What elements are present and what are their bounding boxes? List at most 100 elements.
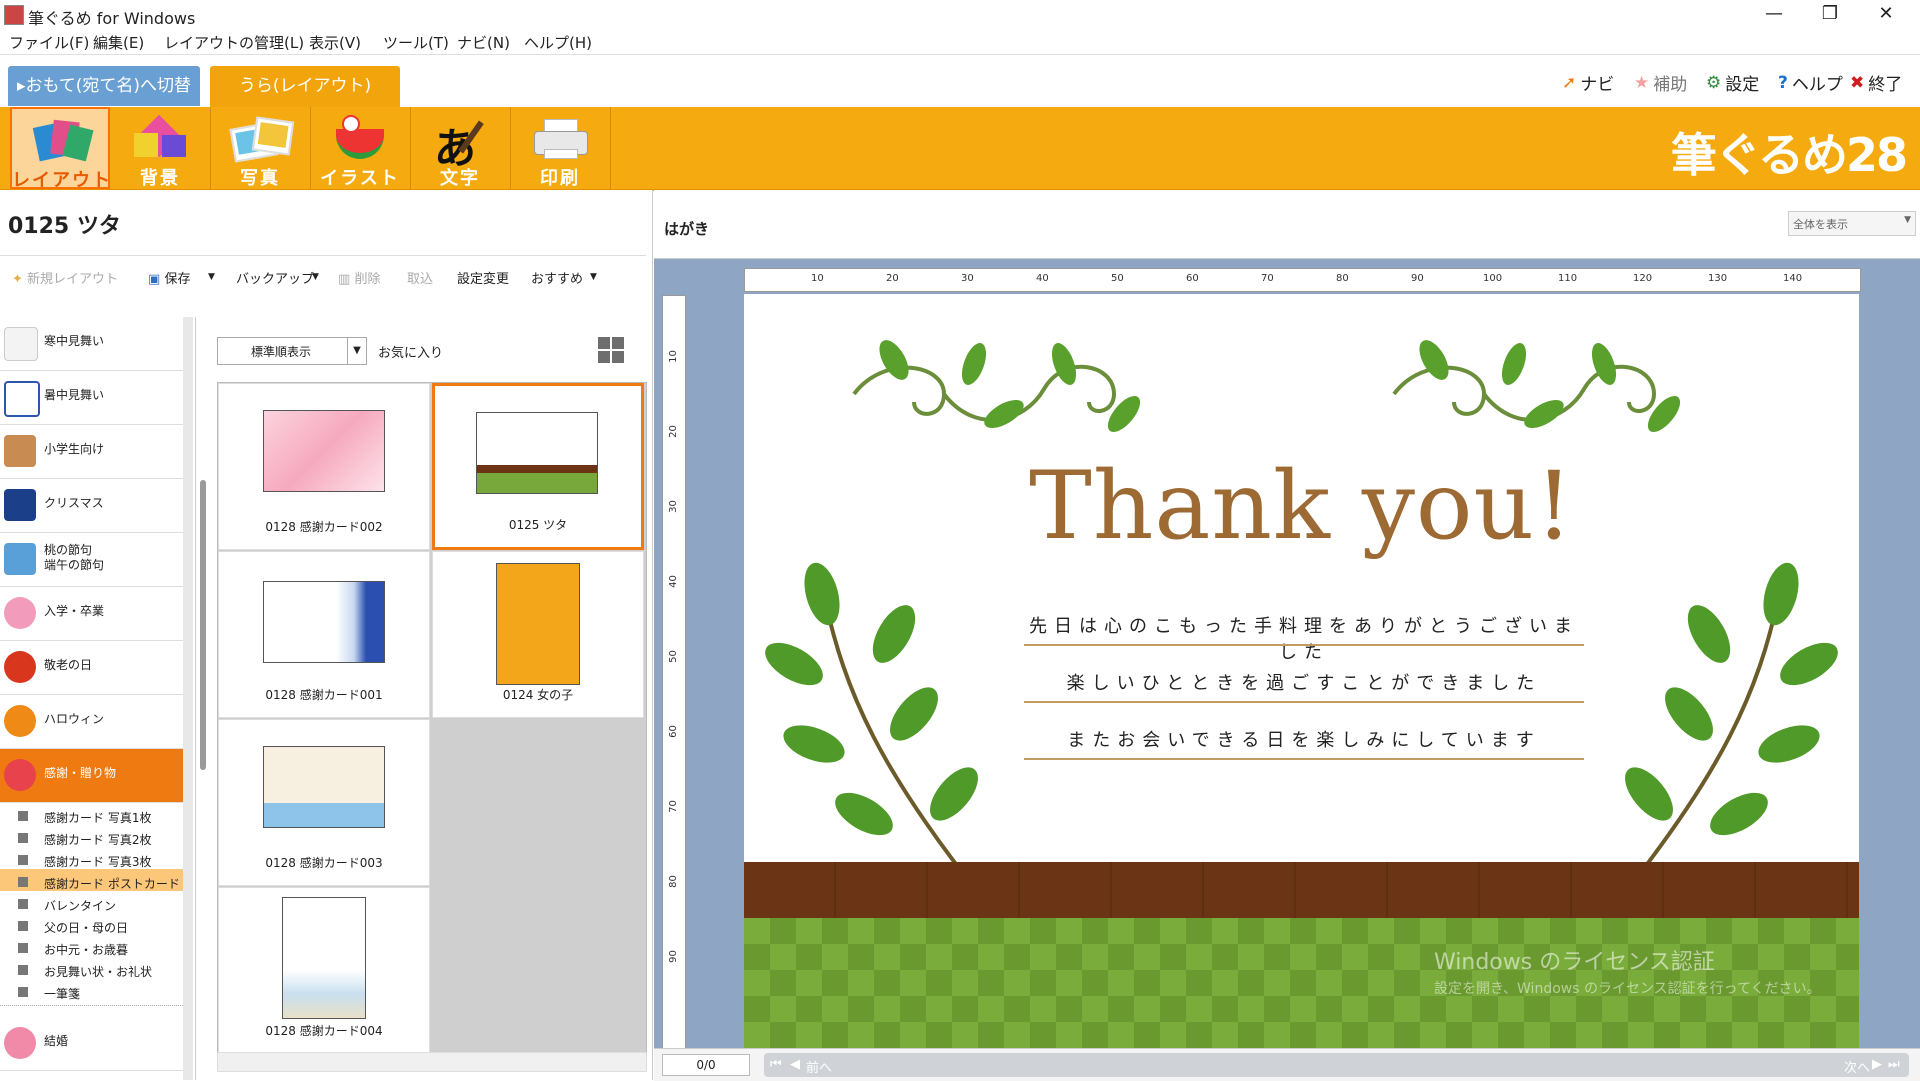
- thumbnail-card[interactable]: 0128 感謝カード002: [218, 383, 430, 550]
- category-shogakusei[interactable]: 小学生向け: [0, 425, 183, 479]
- backup-dropdown[interactable]: ▼: [312, 268, 319, 283]
- ruler-tick-label: 110: [1558, 273, 1578, 284]
- bullet-icon: [18, 811, 28, 821]
- backup-button[interactable]: バックアップ: [236, 268, 314, 287]
- thumbnail-card[interactable]: 0128 感謝カード001: [218, 551, 430, 718]
- category-sekku[interactable]: 桃の節句 端午の節句: [0, 533, 183, 587]
- next-arrow-icon[interactable]: ▶: [1872, 1057, 1882, 1072]
- first-page-icon[interactable]: ⏮: [770, 1057, 782, 1072]
- layout-toolbar: ✦ 新規レイアウト ▣ 保存 ▼ バックアップ ▼ ▥ 削除 取込 設定変更 お…: [0, 255, 646, 290]
- christmas-tree-icon: [4, 489, 36, 521]
- category-shochu[interactable]: 暑中見舞い: [0, 371, 183, 425]
- layout-panel: 0125 ツタ ✦ 新規レイアウト ▣ 保存 ▼ バックアップ ▼ ▥ 削除 取…: [0, 190, 653, 1080]
- subcategory-label: お見舞い状・お礼状: [44, 965, 153, 979]
- category-scrollbar-thumb[interactable]: [200, 480, 206, 770]
- category-kansha[interactable]: 感謝・贈り物: [0, 749, 183, 803]
- zoom-select[interactable]: 全体を表示 ▼: [1788, 211, 1916, 236]
- menu-help[interactable]: ヘルプ(H): [524, 32, 592, 53]
- brush-text-icon: あ: [430, 115, 490, 173]
- maple-leaf-icon: [4, 651, 36, 683]
- delete-button[interactable]: ▥ 削除: [338, 268, 380, 287]
- tool-photo[interactable]: 写真: [210, 107, 311, 189]
- canvas-panel: はがき 全体を表示 ▼ 10 20 30 40 50 60 70 80 90 1…: [654, 190, 1920, 1081]
- settings-button[interactable]: ⚙ 設定: [1706, 70, 1759, 96]
- sort-select[interactable]: 標準順表示 ▼: [217, 337, 367, 365]
- navi-button[interactable]: ➚ ナビ: [1562, 70, 1614, 96]
- close-button[interactable]: ✕: [1858, 0, 1914, 28]
- tool-print-label: 印刷: [540, 168, 580, 189]
- close-x-icon: ✖: [1850, 72, 1865, 93]
- ruler-tick-label: 30: [667, 500, 679, 513]
- save-dropdown[interactable]: ▼: [208, 268, 215, 283]
- category-halloween[interactable]: ハロウィン: [0, 695, 183, 749]
- thumbnail-card[interactable]: 0128 感謝カード003: [218, 719, 430, 886]
- save-button[interactable]: ▣ 保存: [148, 268, 190, 287]
- category-keiro[interactable]: 敬老の日: [0, 641, 183, 695]
- menu-layout-manage[interactable]: レイアウトの管理(L): [164, 32, 304, 53]
- thumbnail-grid: 0128 感謝カード002 0125 ツタ 0128 感謝カード001 0124…: [217, 382, 647, 1054]
- title-bar: 筆ぐるめ for Windows — ❐ ✕: [0, 0, 1920, 28]
- tool-background[interactable]: 背景: [110, 107, 211, 189]
- menu-tools[interactable]: ツール(T): [383, 32, 449, 53]
- last-page-icon[interactable]: ⏭: [1888, 1057, 1900, 1072]
- thumbnail-scrollbar[interactable]: [217, 1052, 647, 1072]
- thumbnail-label: 0128 感謝カード001: [265, 688, 383, 702]
- menu-view[interactable]: 表示(V): [309, 32, 361, 53]
- tab-omote[interactable]: ▸おもて(宛て名)へ切替: [8, 66, 200, 106]
- star-icon: ★: [1634, 72, 1650, 93]
- menu-file[interactable]: ファイル(F): [9, 32, 89, 53]
- favorites-button[interactable]: お気に入り: [378, 342, 443, 361]
- restore-button[interactable]: ❐: [1802, 0, 1858, 28]
- tool-illust[interactable]: イラスト: [310, 107, 411, 189]
- message-line-2[interactable]: 楽しいひとときを過ごすことができました: [1024, 669, 1584, 695]
- thumbnail-card[interactable]: 0128 感謝カード004: [218, 887, 430, 1054]
- help-button[interactable]: ? ヘルプ: [1778, 70, 1843, 96]
- ruler-horizontal: 10 20 30 40 50 60 70 80 90 100 110 120 1…: [744, 268, 1861, 292]
- menu-navi[interactable]: ナビ(N): [457, 32, 510, 53]
- category-scrollbar[interactable]: [183, 317, 193, 1080]
- next-button[interactable]: 次へ: [1844, 1057, 1870, 1076]
- category-label: 桃の節句 端午の節句: [44, 543, 105, 572]
- prev-button[interactable]: 前へ: [806, 1057, 832, 1076]
- subcategory-item[interactable]: 一筆箋: [0, 979, 193, 1006]
- subcategory-label: バレンタイン: [44, 899, 117, 913]
- activation-watermark-title: Windows のライセンス認証: [1434, 950, 1715, 975]
- tool-text-label: 文字: [440, 168, 480, 189]
- wood-band: [744, 862, 1859, 918]
- message-line-1[interactable]: 先日は心のこもった手料理をありがとうございました: [1024, 612, 1584, 664]
- recommend-dropdown[interactable]: ▼: [590, 268, 597, 283]
- recommend-button[interactable]: おすすめ: [531, 268, 583, 287]
- ruler-tick-label: 80: [667, 875, 679, 888]
- grid-view-icon[interactable]: [598, 337, 624, 363]
- minimize-button[interactable]: —: [1746, 0, 1802, 28]
- card-title[interactable]: Thank you!: [744, 452, 1859, 561]
- tool-text[interactable]: あ 文字: [410, 107, 511, 189]
- category-christmas[interactable]: クリスマス: [0, 479, 183, 533]
- hojo-button[interactable]: ★ 補助: [1634, 70, 1687, 96]
- category-kekkon[interactable]: 結婚: [0, 1017, 183, 1071]
- message-line-3[interactable]: またお会いできる日を楽しみにしています: [1024, 726, 1584, 752]
- gear-icon: ⚙: [1706, 72, 1722, 93]
- tool-print[interactable]: 印刷: [510, 107, 611, 189]
- thumbnail-card[interactable]: 0125 ツタ: [432, 383, 644, 550]
- app-icon: [4, 5, 24, 25]
- prev-arrow-icon[interactable]: ◀: [790, 1057, 800, 1072]
- main-toolbar: レイアウト 背景 写真 イラスト あ 文字 印刷 筆ぐるめ28: [0, 107, 1920, 191]
- category-nyugaku[interactable]: 入学・卒業: [0, 587, 183, 641]
- change-settings-button[interactable]: 設定変更: [457, 268, 509, 287]
- save-icon: ▣: [148, 272, 161, 287]
- postcard-canvas[interactable]: Thank you! 先日は心のこもった手料理をありがとうございました 楽しいひ…: [744, 294, 1859, 1049]
- thumbnail-card[interactable]: 0124 女の子: [432, 551, 644, 718]
- subcategory-label: お中元・お歳暮: [44, 943, 129, 957]
- photo-icon: [229, 115, 295, 163]
- category-kanchu[interactable]: 寒中見舞い: [0, 317, 183, 371]
- menu-edit[interactable]: 編集(E): [93, 32, 144, 53]
- save-label: 保存: [164, 272, 191, 287]
- exit-button[interactable]: ✖ 終了: [1850, 70, 1902, 96]
- kids-icon: [4, 435, 36, 467]
- tool-layout[interactable]: レイアウト: [10, 107, 110, 191]
- new-layout-button[interactable]: ✦ 新規レイアウト: [12, 268, 118, 287]
- tab-ura[interactable]: うら(レイアウト): [210, 66, 400, 107]
- import-button[interactable]: 取込: [407, 268, 433, 287]
- new-icon: ✦: [12, 272, 23, 287]
